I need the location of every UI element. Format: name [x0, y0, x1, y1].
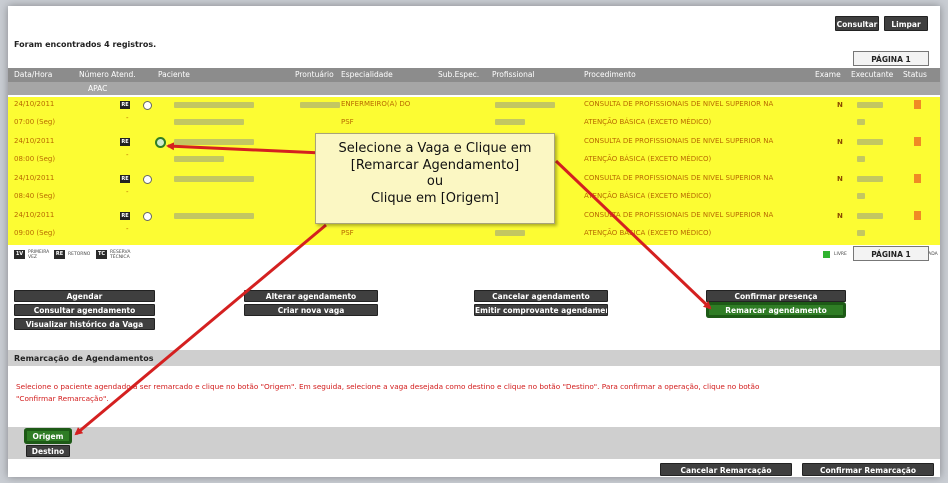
callout-line: Clique em [Origem]	[371, 190, 499, 206]
callout-line: ou	[426, 174, 444, 189]
arrow-to-origem	[74, 223, 327, 436]
instruction-callout: Selecione a Vaga e Clique em [Remarcar A…	[315, 133, 555, 224]
arrow-to-radio	[166, 142, 323, 155]
callout-line: [Remarcar Agendamento]	[350, 157, 520, 173]
annotation-arrows	[74, 142, 712, 436]
app-window: Consultar Limpar Foram encontrados 4 reg…	[8, 6, 940, 477]
callout-line: Selecione a Vaga e Clique em	[338, 141, 532, 156]
arrow-to-remarcar	[554, 159, 712, 310]
